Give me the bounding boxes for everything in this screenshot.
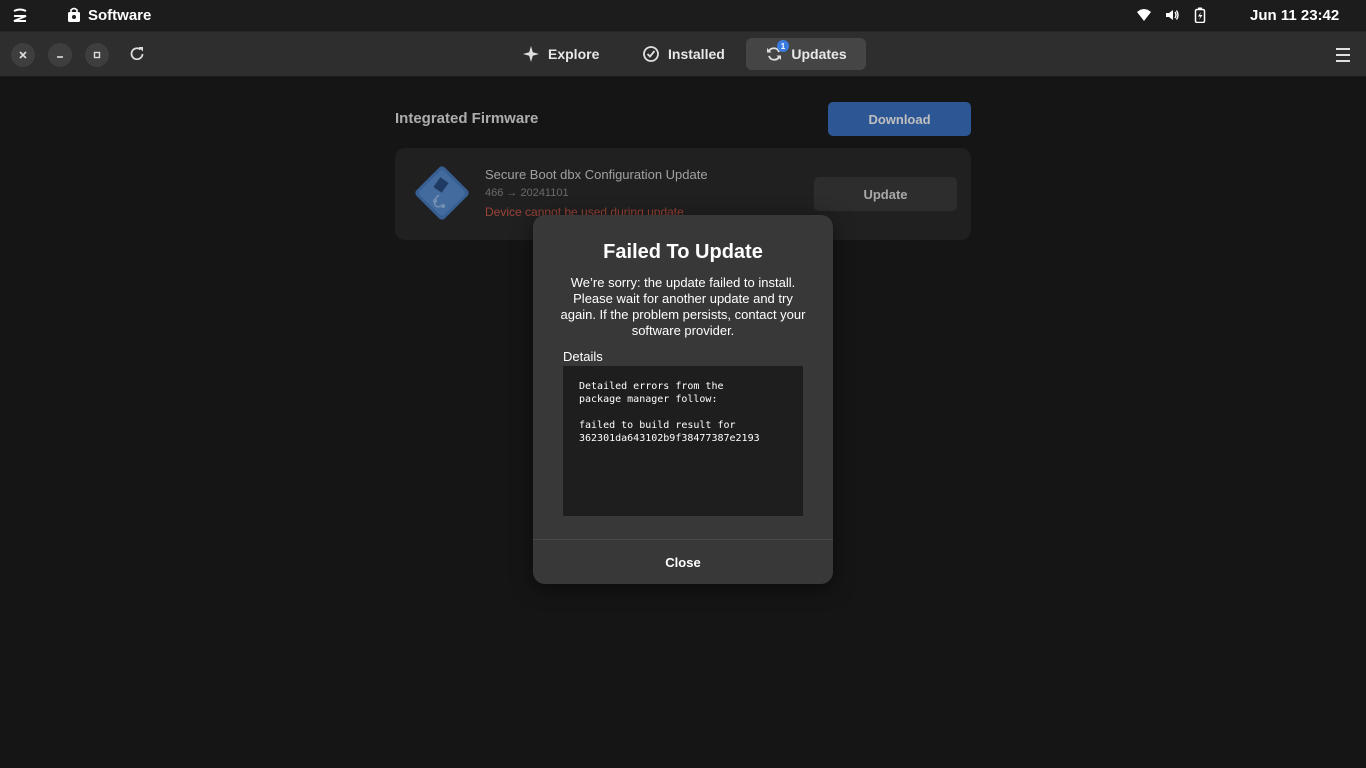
software-bag-icon: [68, 7, 80, 22]
tab-installed[interactable]: Installed: [642, 38, 726, 70]
details-text: Detailed errors from the package manager…: [579, 381, 760, 444]
header-bar: Explore Installed 1 Updates: [0, 32, 1366, 77]
details-label: Details: [563, 349, 603, 364]
close-icon: [19, 51, 27, 59]
wifi-icon[interactable]: [1136, 7, 1152, 23]
tab-updates-label: Updates: [791, 46, 847, 62]
minimize-icon: [57, 56, 63, 58]
battery-icon[interactable]: [1192, 7, 1208, 23]
minimize-window-button[interactable]: [48, 43, 72, 67]
dialog-title: Failed To Update: [603, 241, 763, 263]
tab-explore-label: Explore: [548, 46, 600, 62]
updates-count-badge: 1: [777, 40, 789, 52]
tab-updates[interactable]: 1 Updates: [746, 38, 866, 70]
refresh-button[interactable]: [125, 42, 149, 66]
volume-icon[interactable]: [1164, 7, 1180, 23]
check-circle-icon: [643, 46, 659, 62]
refresh-icon: [130, 47, 144, 61]
maximize-icon: [93, 51, 101, 59]
app-name[interactable]: Software: [88, 7, 151, 24]
maximize-window-button[interactable]: [85, 43, 109, 67]
tab-explore[interactable]: Explore: [522, 38, 602, 70]
star-icon: [523, 46, 539, 62]
dialog-message: We’re sorry: the update failed to instal…: [560, 275, 806, 338]
tab-installed-label: Installed: [668, 46, 725, 62]
clock[interactable]: Jun 11 23:42: [1250, 7, 1339, 24]
close-button[interactable]: Close: [533, 540, 833, 584]
details-textview[interactable]: Detailed errors from the package manager…: [563, 366, 803, 516]
close-window-button[interactable]: [11, 43, 35, 67]
failed-update-dialog: Failed To Update We’re sorry: the update…: [533, 215, 833, 584]
distro-logo-icon[interactable]: [10, 6, 30, 26]
system-top-bar: Software Jun 11 23:42: [0, 0, 1366, 32]
hamburger-menu-icon[interactable]: [1331, 45, 1355, 65]
